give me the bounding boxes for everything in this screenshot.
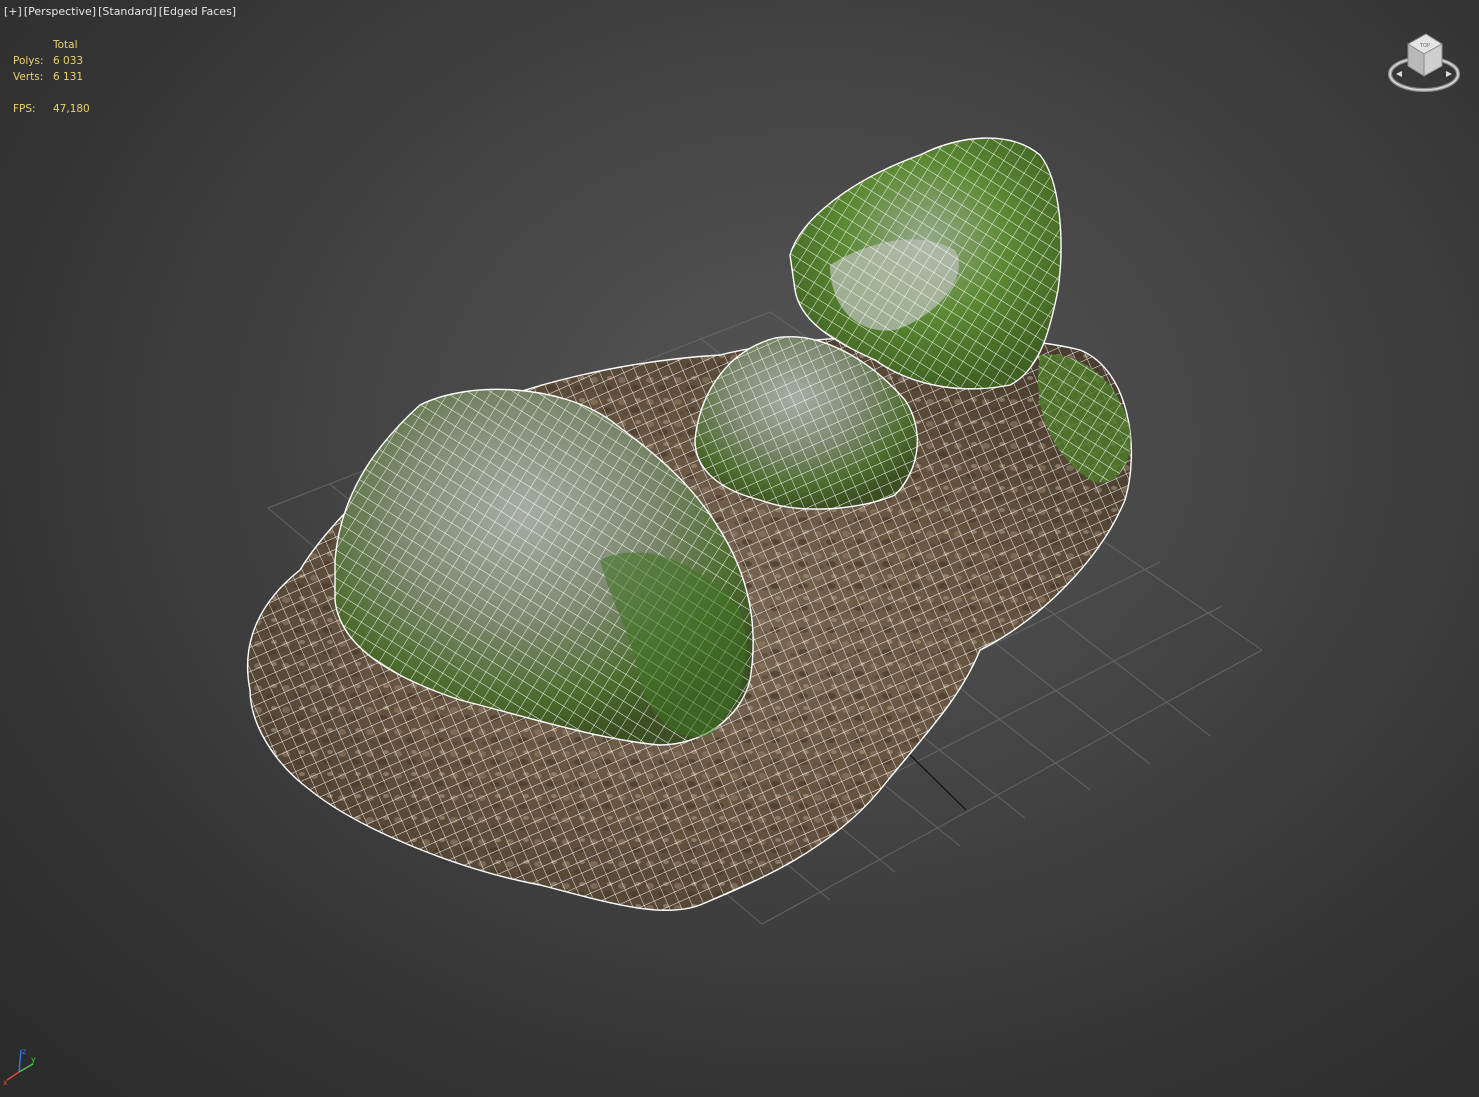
viewport-display-mode-label[interactable]: [Edged Faces]: [159, 5, 236, 18]
stats-polys-value: 6 033: [53, 55, 84, 67]
axis-y-label: y: [31, 1055, 36, 1064]
viewcube-top-label: TOP: [1419, 43, 1430, 49]
stats-verts-row: Verts: 6 131: [13, 69, 90, 85]
viewport-menu-plus[interactable]: [+]: [4, 5, 22, 18]
viewport-point-of-view-label[interactable]: [Perspective]: [24, 5, 96, 18]
stats-fps-label: FPS:: [13, 103, 36, 115]
statistics-overlay: Total Polys: 6 033 Verts: 6 131 FPS: 47,…: [13, 37, 90, 117]
axis-x-label: x: [3, 1078, 8, 1086]
viewport-label-bar: [+] [Perspective] [Standard] [Edged Face…: [4, 5, 236, 18]
3d-viewport[interactable]: [+] [Perspective] [Standard] [Edged Face…: [0, 0, 1479, 1097]
viewcube-icon[interactable]: TOP: [1386, 30, 1462, 98]
stats-column-header: Total: [53, 39, 78, 51]
scene-canvas[interactable]: [0, 0, 1479, 1097]
stats-fps-value: 47,180: [53, 103, 90, 115]
stats-verts-label: Verts:: [13, 71, 44, 83]
stats-verts-value: 6 131: [53, 71, 84, 83]
stats-polys-label: Polys:: [13, 55, 44, 67]
stats-fps-row: FPS: 47,180: [13, 101, 90, 117]
stats-polys-row: Polys: 6 033: [13, 53, 90, 69]
viewport-shading-preset-label[interactable]: [Standard]: [98, 5, 157, 18]
grid-center-axis: [904, 749, 967, 811]
axis-z-label: z: [22, 1047, 26, 1056]
axis-tripod-icon: z x y: [3, 1047, 36, 1086]
